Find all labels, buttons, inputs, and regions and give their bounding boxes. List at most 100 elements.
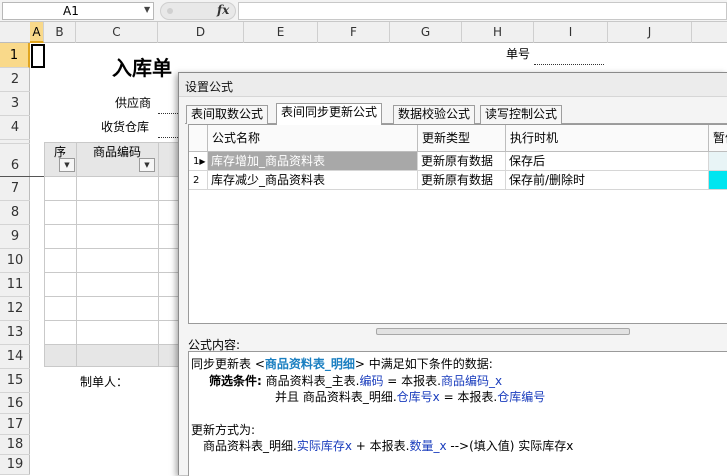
grid-header-timing[interactable]: 执行时机 <box>506 125 709 152</box>
column-header-h[interactable]: H <box>462 22 534 43</box>
row-header-3[interactable]: 3 <box>0 92 30 116</box>
grid-header-corner <box>189 125 208 152</box>
name-box[interactable]: A1 ▼ <box>2 2 154 20</box>
grid-line <box>0 176 44 177</box>
grid-cell-timing[interactable]: 保存前/删除时 <box>506 171 709 190</box>
formula-field: 实际库存x <box>296 439 352 453</box>
grid-line <box>44 272 178 273</box>
column-header-d[interactable]: D <box>158 22 244 43</box>
tab-read-write-control[interactable]: 读写控制公式 <box>480 105 563 124</box>
grid-cell-update-type[interactable]: 更新原有数据 <box>418 152 506 171</box>
tab-inter-table-sync[interactable]: 表间同步更新公式 <box>276 103 383 125</box>
row-header-12[interactable]: 12 <box>0 297 30 321</box>
formula-input[interactable] <box>238 2 727 20</box>
column-header-e[interactable]: E <box>244 22 318 43</box>
row-header-16[interactable]: 16 <box>0 393 30 414</box>
dialog-title: 设置公式 <box>185 80 234 94</box>
grid-header-name[interactable]: 公式名称 <box>208 125 418 152</box>
filter-keyword: 筛选条件: <box>209 374 262 388</box>
formula-line-3: 并且 商品资料表_明细.仓库号x = 本报表.仓库编号 <box>275 388 545 405</box>
grid-header-update-type[interactable]: 更新类型 <box>418 125 506 152</box>
grid-line <box>44 142 178 143</box>
column-header: A B C D E F G H I J <box>0 22 727 43</box>
row-header-14[interactable]: 14 <box>0 345 30 369</box>
scrollbar-thumb[interactable] <box>376 328 630 335</box>
warehouse-field[interactable] <box>158 137 178 138</box>
row-header-11[interactable]: 11 <box>0 273 30 297</box>
row-header-10[interactable]: 10 <box>0 249 30 273</box>
column-header-b[interactable]: B <box>44 22 76 43</box>
formula-text: > 中满足如下条件的数据: <box>354 357 493 371</box>
column-header-a[interactable]: A <box>30 22 44 43</box>
supplier-field[interactable] <box>158 113 178 114</box>
warehouse-label: 收货仓库 <box>101 120 150 134</box>
column-header-g[interactable]: G <box>390 22 462 43</box>
row-pointer-icon: ▶ <box>199 157 206 166</box>
fx-icon[interactable]: fx <box>217 3 229 17</box>
tab-data-validation[interactable]: 数据校验公式 <box>393 105 476 124</box>
cancel-icon[interactable] <box>167 8 173 14</box>
grid-line <box>44 224 178 225</box>
row-header-1[interactable]: 1 <box>0 43 30 68</box>
row-header-4[interactable]: 4 <box>0 116 30 140</box>
column-header-c[interactable]: C <box>76 22 158 43</box>
doc-number-label: 单号 <box>506 47 531 61</box>
row-header-17[interactable]: 17 <box>0 414 30 435</box>
grid-cell-name[interactable]: 库存减少_商品资料表 <box>208 171 418 190</box>
doc-number-field[interactable] <box>534 64 604 65</box>
grid-line <box>44 344 178 345</box>
row-header-15[interactable]: 15 <box>0 369 30 393</box>
formula-text: = 本报表. <box>383 374 441 388</box>
grid-line <box>44 366 178 367</box>
grid-line <box>44 176 178 177</box>
column-header-f[interactable]: F <box>318 22 390 43</box>
supplier-label: 供应商 <box>115 96 152 110</box>
formula-line-1: 同步更新表 <商品资料表_明细> 中满足如下条件的数据: <box>191 355 493 372</box>
column-header-j[interactable]: J <box>608 22 692 43</box>
active-cell[interactable] <box>31 44 45 68</box>
formula-line-4: 更新方式为: <box>191 423 256 437</box>
row-header: 1 2 3 4 5 6 7 8 9 10 11 12 13 14 15 16 1… <box>0 43 30 475</box>
row-header-13[interactable]: 13 <box>0 321 30 345</box>
row-header-6[interactable]: 6 <box>0 144 30 177</box>
formula-content-box[interactable]: 同步更新表 <商品资料表_明细> 中满足如下条件的数据: 筛选条件: 商品资料表… <box>188 351 727 476</box>
row-header-8[interactable]: 8 <box>0 201 30 225</box>
row-header-7[interactable]: 7 <box>0 177 30 201</box>
grid-line <box>44 200 178 201</box>
formula-field: 商品编码_x <box>440 374 503 388</box>
formula-text: 商品资料表_明细. <box>203 439 297 453</box>
formula-line-2: 筛选条件: 商品资料表_主表.编码 = 本报表.商品编码_x <box>209 372 502 389</box>
formula-field: 数量_x <box>409 439 447 453</box>
grid-line <box>44 248 178 249</box>
formula-text: 同步更新表 < <box>191 357 265 371</box>
formula-text: 并且 商品资料表_明细. <box>275 390 397 404</box>
formula-field: 编码 <box>359 374 384 388</box>
grid-cell-name[interactable]: 库存增加_商品资料表 <box>208 152 418 171</box>
row-header-19[interactable]: 19 <box>0 455 30 475</box>
column-header-i[interactable]: I <box>534 22 608 43</box>
filter-dropdown-seq[interactable]: ▼ <box>59 158 75 172</box>
dialog-titlebar[interactable]: 设置公式 <box>179 73 727 97</box>
grid-cell-pause[interactable] <box>709 171 727 190</box>
formula-line-5: 商品资料表_明细.实际库存x + 本报表.数量_x -->(填入值) 实际库存x <box>203 437 573 454</box>
maker-label: 制单人： <box>80 375 129 389</box>
row-header-2[interactable]: 2 <box>0 68 30 92</box>
row-header-9[interactable]: 9 <box>0 225 30 249</box>
formula-controls: fx <box>160 2 236 20</box>
formula-text: 商品资料表_主表. <box>261 374 360 388</box>
grid-header-pause[interactable]: 暂停 <box>709 125 727 152</box>
row-header-18[interactable]: 18 <box>0 435 30 455</box>
grid-cell-pause[interactable] <box>709 152 727 171</box>
formula-bar: A1 ▼ fx <box>0 0 727 22</box>
grid-cell-timing[interactable]: 保存后 <box>506 152 709 171</box>
formula-text: = 本报表. <box>439 390 498 404</box>
formula-target-table: 商品资料表_明细 <box>264 357 355 371</box>
chevron-down-icon[interactable]: ▼ <box>144 5 150 14</box>
grid-row-index[interactable]: 2 <box>189 171 208 190</box>
page-title: 入库单 <box>112 56 172 80</box>
tab-inter-table-fetch[interactable]: 表间取数公式 <box>186 105 269 124</box>
filter-dropdown-product-code[interactable]: ▼ <box>139 158 155 172</box>
formula-field: 仓库编号 <box>497 390 546 404</box>
grid-cell-update-type[interactable]: 更新原有数据 <box>418 171 506 190</box>
grid-row-index[interactable]: 1▶ <box>189 152 208 171</box>
